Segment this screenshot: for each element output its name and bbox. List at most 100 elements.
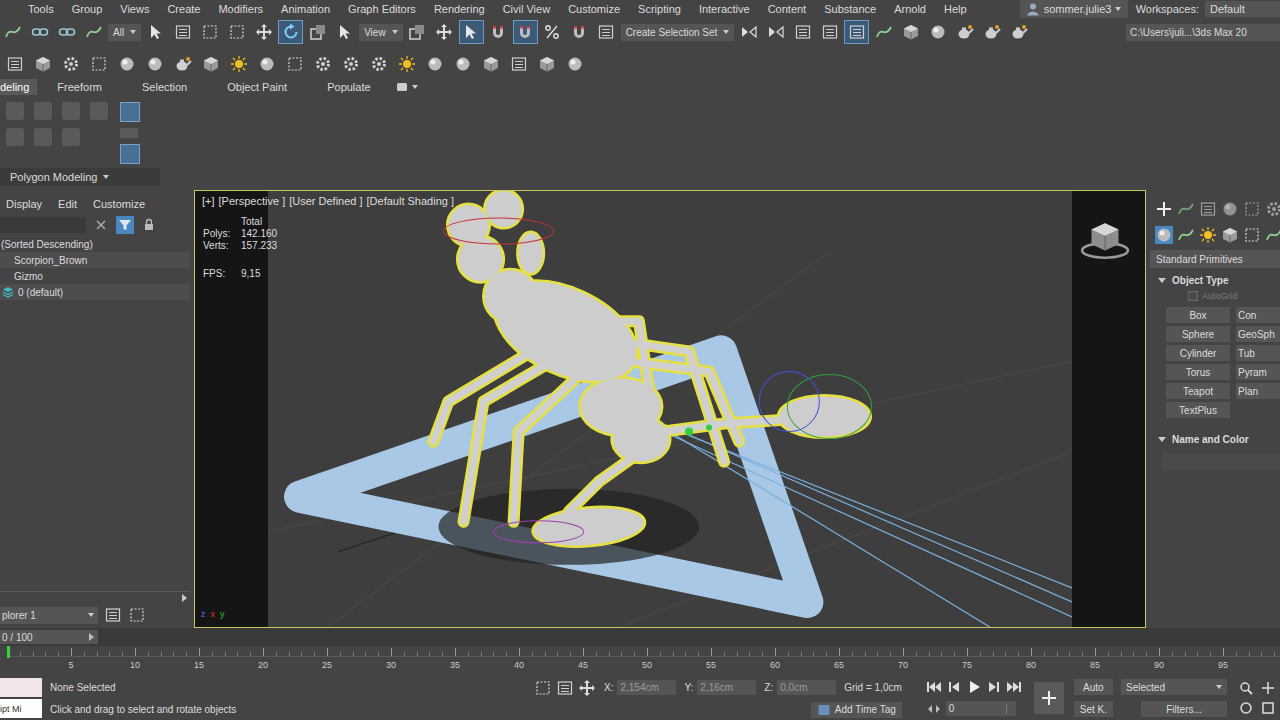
angle-snap-button[interactable] [513, 20, 538, 44]
place-button[interactable] [332, 20, 357, 44]
category-tab[interactable] [1155, 226, 1173, 244]
select-by-name-button[interactable] [170, 20, 195, 44]
percent-snap-button[interactable] [540, 20, 565, 44]
timeline[interactable]: 5 10 15 20 25 30 35 40 45 50 55 60 65 70… [0, 646, 1280, 676]
sort-label[interactable]: (Sorted Descending) [0, 236, 190, 252]
explorer-menu-item[interactable]: Customize [93, 198, 145, 210]
explorer-search-field[interactable] [0, 217, 86, 233]
show-end-result-tool[interactable] [120, 144, 140, 164]
camera-button[interactable] [478, 52, 503, 76]
window-button[interactable] [2, 52, 27, 76]
user-account-button[interactable]: sommer.julie3 [1020, 0, 1128, 18]
next-frame-icon[interactable] [986, 680, 1002, 694]
menu-item[interactable]: Tools [19, 3, 63, 15]
primitive-button[interactable]: Box [1166, 307, 1230, 323]
primitive-button[interactable]: Cylinder [1166, 345, 1230, 361]
ribbon-group-label[interactable]: Polygon Modeling [0, 168, 160, 186]
command-tab[interactable] [1265, 200, 1280, 218]
window-crossing-button[interactable] [224, 20, 249, 44]
explorer-options-button[interactable] [128, 606, 146, 624]
key-mode-dropdown[interactable]: Selected [1121, 679, 1227, 695]
explorer-dropdown[interactable]: plorer 1 [0, 607, 98, 624]
move-button[interactable] [251, 20, 276, 44]
command-tab[interactable] [1177, 200, 1195, 218]
explorer-item[interactable]: 0 (default) [0, 284, 190, 300]
poly-tool[interactable] [90, 102, 108, 120]
help-button[interactable] [562, 52, 587, 76]
explorer-item[interactable]: Scorpion_Brown [0, 252, 190, 268]
primitive-button[interactable]: Tub [1236, 345, 1280, 361]
viewport-scene[interactable] [268, 191, 1072, 627]
explorer-menu-item[interactable]: Display [6, 198, 42, 210]
scatter-button[interactable] [310, 52, 335, 76]
ribbon-tab[interactable]: Populate [307, 79, 390, 95]
viewport-label[interactable]: [+] [202, 195, 215, 207]
primitive-button[interactable]: Plan [1236, 383, 1280, 399]
orbit-icon[interactable] [1239, 701, 1253, 715]
ribbon-toggle-button[interactable] [844, 20, 869, 44]
menu-item[interactable]: Animation [272, 3, 339, 15]
plant-button[interactable] [394, 52, 419, 76]
explorer-menu-item[interactable]: Edit [58, 198, 77, 210]
workspace-dropdown[interactable]: Default [1205, 1, 1280, 17]
sphere-button[interactable] [114, 52, 139, 76]
rotate-button[interactable] [278, 20, 303, 44]
project-path-field[interactable]: C:\Users\juli...\3ds Max 20 [1126, 24, 1280, 41]
menu-item[interactable]: Views [111, 3, 158, 15]
menu-item[interactable]: Group [63, 3, 112, 15]
plane-box-button[interactable] [86, 52, 111, 76]
coordinate-field[interactable]: 2,16cm [697, 680, 756, 695]
menu-item[interactable]: Substance [815, 3, 885, 15]
go-to-start-icon[interactable] [926, 680, 942, 694]
absolute-mode-button[interactable] [578, 679, 596, 697]
select-button[interactable] [143, 20, 168, 44]
ribbon-tab[interactable]: Object Paint [207, 79, 307, 95]
viewport-label[interactable]: [User Defined ] [289, 195, 362, 207]
named-selection-button[interactable] [594, 20, 619, 44]
ribbon-tab[interactable]: deling [0, 79, 37, 95]
toolbar-dropdown[interactable]: All [108, 24, 141, 41]
time-slider-thumb[interactable]: 0 / 100 [0, 630, 98, 644]
menu-item[interactable]: Graph Editors [339, 3, 425, 15]
set-key-button[interactable] [1034, 682, 1064, 714]
object-name-field[interactable] [1162, 454, 1280, 470]
set-key-mode-button[interactable]: Set K. [1074, 701, 1113, 717]
command-tab[interactable] [1221, 200, 1239, 218]
undo-tool[interactable] [6, 102, 24, 120]
pivot-button[interactable] [405, 20, 430, 44]
border-tool[interactable] [62, 128, 80, 146]
material-editor-button[interactable] [925, 20, 950, 44]
menu-item[interactable]: Rendering [425, 3, 494, 15]
rollout-header[interactable]: Object Type [1150, 271, 1280, 289]
redo-tool[interactable] [34, 102, 52, 120]
menu-item[interactable]: Civil View [494, 3, 559, 15]
snap-button[interactable] [486, 20, 511, 44]
box-tool[interactable] [62, 102, 80, 120]
category-tab[interactable] [1221, 226, 1239, 244]
settings-button[interactable] [366, 52, 391, 76]
primitive-button[interactable]: Torus [1166, 364, 1230, 380]
spinner-snap-button[interactable] [567, 20, 592, 44]
perspective-viewport[interactable]: [+][Perspective ][User Defined ][Default… [194, 190, 1146, 628]
ribbon-tab[interactable]: Freeform [37, 79, 122, 95]
page-button[interactable] [506, 52, 531, 76]
menu-item[interactable]: Customize [559, 3, 629, 15]
ribbon-options-button[interactable] [391, 80, 418, 94]
curve-editor-button[interactable] [871, 20, 896, 44]
grid-button[interactable] [282, 52, 307, 76]
key-mode-icon[interactable] [926, 702, 942, 716]
explorer-item[interactable]: Gizmo [0, 268, 190, 284]
lock-icon[interactable] [142, 218, 156, 232]
align-button[interactable] [763, 20, 788, 44]
selection-lock-button[interactable] [459, 20, 484, 44]
category-tab[interactable] [1265, 226, 1280, 244]
menu-item[interactable]: Help [935, 3, 976, 15]
atom-button[interactable] [338, 52, 363, 76]
category-tab[interactable] [1243, 226, 1261, 244]
edge-tool[interactable] [34, 128, 52, 146]
gold-sphere-button[interactable] [254, 52, 279, 76]
time-slider[interactable]: 0 / 100 [0, 628, 1280, 646]
current-frame-field[interactable]: 0 [946, 701, 1016, 716]
render-setup-button[interactable] [952, 20, 977, 44]
clear-icon[interactable] [94, 218, 108, 232]
